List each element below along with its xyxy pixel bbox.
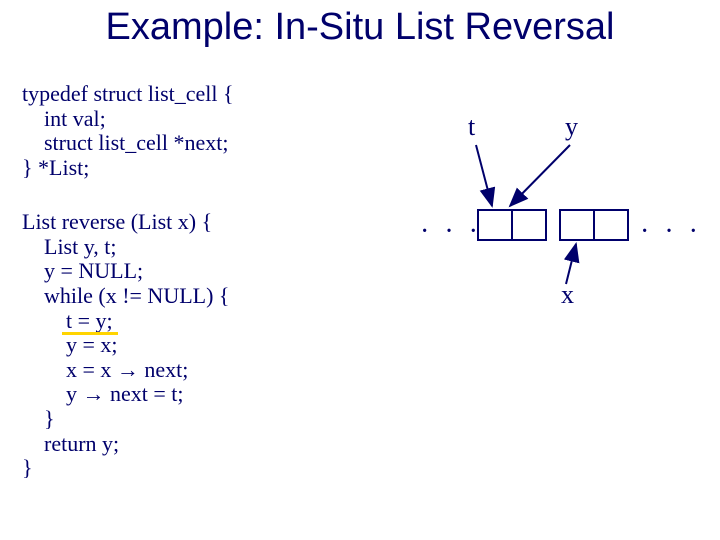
typedef-code: typedef struct list_cell { int val; stru… — [22, 82, 234, 181]
list-node — [560, 210, 628, 240]
pointer-arrow — [476, 145, 492, 206]
pointer-arrow — [566, 244, 576, 284]
highlight-underline — [62, 332, 118, 335]
list-diagram — [420, 110, 720, 330]
list-node — [478, 210, 546, 240]
slide: Example: In-Situ List Reversal typedef s… — [0, 0, 720, 540]
pointer-arrow — [510, 145, 570, 206]
reverse-code: List reverse (List x) { List y, t; y = N… — [22, 210, 229, 481]
slide-title: Example: In-Situ List Reversal — [0, 6, 720, 49]
